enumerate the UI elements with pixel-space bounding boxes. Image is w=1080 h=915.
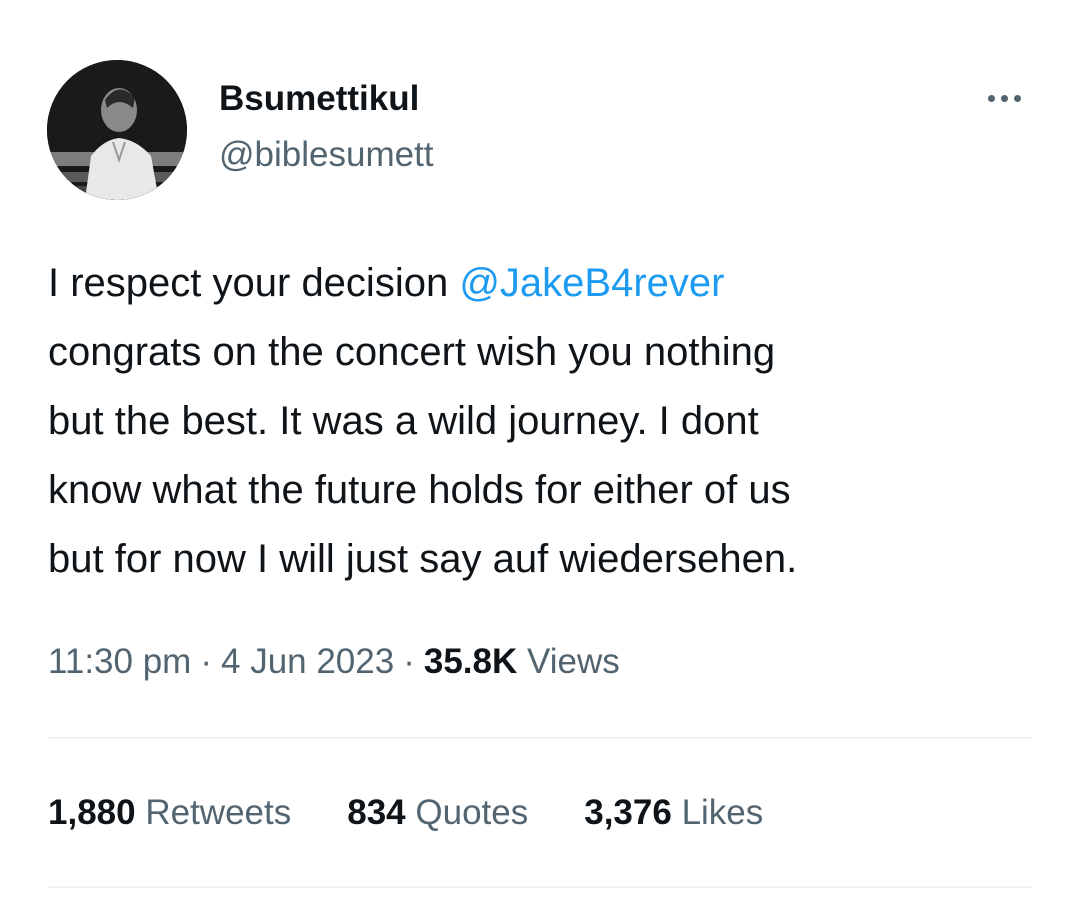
- user-handle[interactable]: @biblesumett: [219, 134, 434, 176]
- display-name[interactable]: Bsumettikul: [219, 78, 419, 120]
- quotes-label: Quotes: [415, 793, 529, 832]
- likes-stat[interactable]: 3,376 Likes: [584, 790, 763, 836]
- tweet-line: congrats on the concert wish you nothing: [48, 330, 776, 374]
- more-options-icon[interactable]: [978, 86, 1030, 110]
- quotes-stat[interactable]: 834 Quotes: [347, 790, 528, 836]
- retweets-label: Retweets: [145, 793, 292, 832]
- quotes-count: 834: [347, 793, 406, 832]
- retweets-count: 1,880: [48, 793, 136, 832]
- tweet-text-segment: I respect your decision: [48, 261, 460, 305]
- views-count: 35.8K: [423, 642, 518, 681]
- tweet-meta: 11:30 pm · 4 Jun 2023 · 35.8K Views: [48, 639, 620, 685]
- tweet-date[interactable]: 4 Jun 2023: [221, 642, 394, 681]
- tweet-line: but for now I will just say auf wiederse…: [48, 537, 798, 581]
- likes-count: 3,376: [584, 793, 672, 832]
- dot: [1000, 94, 1008, 102]
- retweets-stat[interactable]: 1,880 Retweets: [48, 790, 291, 836]
- divider: [48, 737, 1032, 739]
- tweet-line: know what the future holds for either of…: [48, 468, 791, 512]
- divider: [48, 886, 1032, 888]
- tweet-line: but the best. It was a wild journey. I d…: [48, 399, 759, 443]
- tweet-text: I respect your decision @JakeB4rever con…: [48, 249, 1048, 594]
- dot: [1013, 94, 1021, 102]
- profile-photo-icon: [47, 60, 187, 200]
- likes-label: Likes: [681, 793, 764, 832]
- engagement-stats: 1,880 Retweets 834 Quotes 3,376 Likes: [48, 790, 763, 836]
- mention-link[interactable]: @JakeB4rever: [459, 261, 724, 305]
- separator: ·: [200, 642, 212, 681]
- dot: [987, 94, 995, 102]
- views-label: Views: [527, 642, 620, 681]
- tweet-line: I respect your decision @JakeB4rever: [48, 249, 1048, 318]
- avatar[interactable]: [47, 60, 187, 200]
- tweet-time[interactable]: 11:30 pm: [48, 642, 191, 681]
- separator: ·: [403, 642, 415, 681]
